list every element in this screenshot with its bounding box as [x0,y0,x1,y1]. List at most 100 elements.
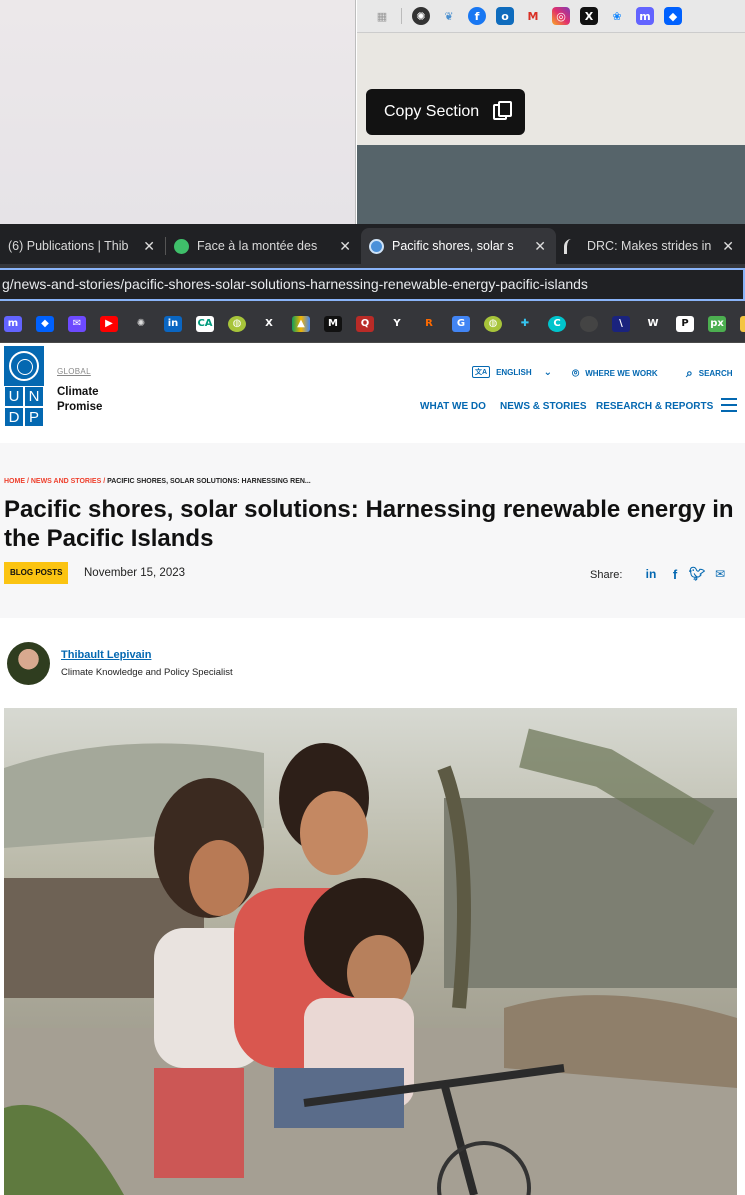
logo-letters: U N D P [4,386,44,428]
x-icon[interactable]: X [260,316,278,332]
where-we-work-label: WHERE WE WORK [585,369,658,378]
dropbox-icon[interactable]: ◆ [664,7,682,25]
un-emblem-icon [9,351,39,381]
desktop-top-area: ▦ ✺ ❦ f o M ◎ X ❀ m ◆ Copy Section [0,0,745,224]
breadcrumb-news[interactable]: NEWS AND STORIES [31,478,101,485]
translate-icon: 文A [472,366,491,378]
publish-date: November 15, 2023 [84,567,186,579]
author-role: Climate Knowledge and Policy Specialist [61,667,233,678]
translate-icon[interactable]: G [452,315,470,332]
close-tab-icon[interactable]: ✕ [143,238,155,255]
brand-name[interactable]: Climate Promise [57,385,117,415]
breadcrumb: HOME / NEWS AND STORIES / PACIFIC SHORES… [4,478,311,485]
tab-face-a-la-montee[interactable]: Face à la montée des ✕ [166,228,361,264]
nav-research-reports[interactable]: RESEARCH & REPORTS [596,401,713,412]
circle-icon[interactable] [580,315,598,332]
email-share-icon[interactable]: ✉ [712,566,728,582]
instagram-icon[interactable]: ◎ [552,7,570,25]
openai-icon[interactable]: ✺ [132,316,150,332]
blank-window-pane [0,0,356,224]
nav-news-stories[interactable]: NEWS & STORIES [500,401,587,412]
language-label: ENGLISH [496,367,532,377]
close-tab-icon[interactable]: ✕ [722,238,734,255]
author-name-link[interactable]: Thibault Lepivain [61,649,151,661]
drive-icon[interactable]: ▲ [292,315,310,332]
search-link[interactable]: ⌕ SEARCH [686,366,733,381]
share-label: Share: [590,569,623,581]
facebook-icon[interactable]: f [468,7,486,25]
apps-icon[interactable]: ▦ [373,7,391,25]
url-input[interactable]: g/news-and-stories/pacific-shores-solar-… [0,268,745,301]
tab-title: Face à la montée des [197,239,318,253]
chatgpt-icon[interactable]: ✺ [412,7,430,25]
pixabay-icon[interactable]: px [708,315,726,332]
bluesky-icon[interactable]: ❀ [608,7,626,25]
logo-letter: N [24,386,44,407]
search-label: SEARCH [698,369,733,378]
linkedin-share-icon[interactable]: in [643,566,659,582]
article-hero-photo [4,708,737,1195]
un-icon [369,238,384,254]
web-page: U N D P GLOBAL Climate Promise 文A ENGLIS… [0,344,745,1195]
category-badge[interactable]: BLOG POSTS [4,562,69,584]
tab-drc[interactable]: DRC: Makes strides in ✕ [556,228,744,264]
vimeo-icon[interactable]: \ [612,315,630,332]
mastodon-icon[interactable]: m [4,315,22,332]
breadcrumb-current: PACIFIC SHORES, SOLAR SOLUTIONS: HARNESS… [107,478,311,485]
nav-what-we-do[interactable]: WHAT WE DO [420,401,486,412]
facebook-share-icon[interactable]: f [667,566,683,582]
arc-icon [564,238,579,254]
ycombinator-icon[interactable]: Y [388,316,406,332]
twitter-share-icon[interactable]: 🐦︎ [689,566,706,582]
youtube-icon[interactable]: ▶ [100,315,118,332]
x-icon[interactable]: X [580,7,598,25]
globe-icon[interactable]: ◍ [484,315,502,332]
menu-icon[interactable] [721,398,737,412]
logo-letter: U [4,386,24,407]
pepper-icon[interactable]: P [676,315,694,332]
logo-letter: D [4,407,24,428]
location-pin-icon: ⌾ [572,366,580,380]
children-on-bicycle-photo [4,708,737,1195]
canva-icon[interactable]: C [548,315,566,332]
wordpress-icon[interactable]: W [644,316,662,332]
site-header: U N D P GLOBAL Climate Promise 文A ENGLIS… [0,344,745,440]
secondary-window: ▦ ✺ ❦ f o M ◎ X ❀ m ◆ Copy Section [357,0,745,224]
linkedin-icon[interactable]: in [164,315,182,332]
leaf-icon[interactable]: ❦ [440,7,458,25]
page-title: Pacific shores, solar solutions: Harness… [4,496,734,552]
author-avatar[interactable] [7,642,50,685]
where-we-work-link[interactable]: ⌾ WHERE WE WORK [572,366,658,381]
browser-tab-bar: (6) Publications | Thib ✕ Face à la mont… [0,224,745,264]
credit-agricole-icon[interactable]: CA [196,315,214,332]
copy-section-label: Copy Section [384,103,480,120]
medium-icon[interactable]: M [324,315,342,332]
rakuten-icon[interactable]: R [420,316,438,332]
undp-logo[interactable]: U N D P [4,346,44,428]
close-tab-icon[interactable]: ✕ [534,238,546,255]
tab-pacific-shores[interactable]: Pacific shores, solar s ✕ [361,228,556,264]
globe-icon[interactable]: ◍ [228,315,246,332]
dropbox-icon[interactable]: ◆ [36,315,54,332]
toolbar-divider [401,8,402,24]
breadcrumb-home[interactable]: HOME [4,478,25,485]
language-selector[interactable]: 文A ENGLISH ⌄ [472,366,552,378]
copy-icon [493,101,513,120]
bookmarks-bar: m ◆ ✉ ▶ ✺ in CA ◍ X ▲ M Q Y R G ◍ ✚ C \ … [0,305,745,343]
search-icon: ⌕ [686,366,693,380]
tab-publications[interactable]: (6) Publications | Thib ✕ [0,228,165,264]
extensions-toolbar: ▦ ✺ ❦ f o M ◎ X ❀ m ◆ [357,0,745,33]
proton-mail-icon[interactable]: ✉ [68,315,86,332]
mastodon-icon[interactable]: m [636,7,654,25]
quora-icon[interactable]: Q [356,315,374,332]
folder-icon[interactable] [740,315,745,332]
tab-title: DRC: Makes strides in [587,239,712,253]
copy-section-button[interactable]: Copy Section [366,89,525,135]
gmail-icon[interactable]: M [524,7,542,25]
tab-title: (6) Publications | Thib [8,239,129,253]
global-link[interactable]: GLOBAL [57,367,91,376]
slack-icon[interactable]: ✚ [516,316,534,332]
article-hero: HOME / NEWS AND STORIES / PACIFIC SHORES… [0,443,745,618]
outlook-icon[interactable]: o [496,7,514,25]
close-tab-icon[interactable]: ✕ [339,238,351,255]
